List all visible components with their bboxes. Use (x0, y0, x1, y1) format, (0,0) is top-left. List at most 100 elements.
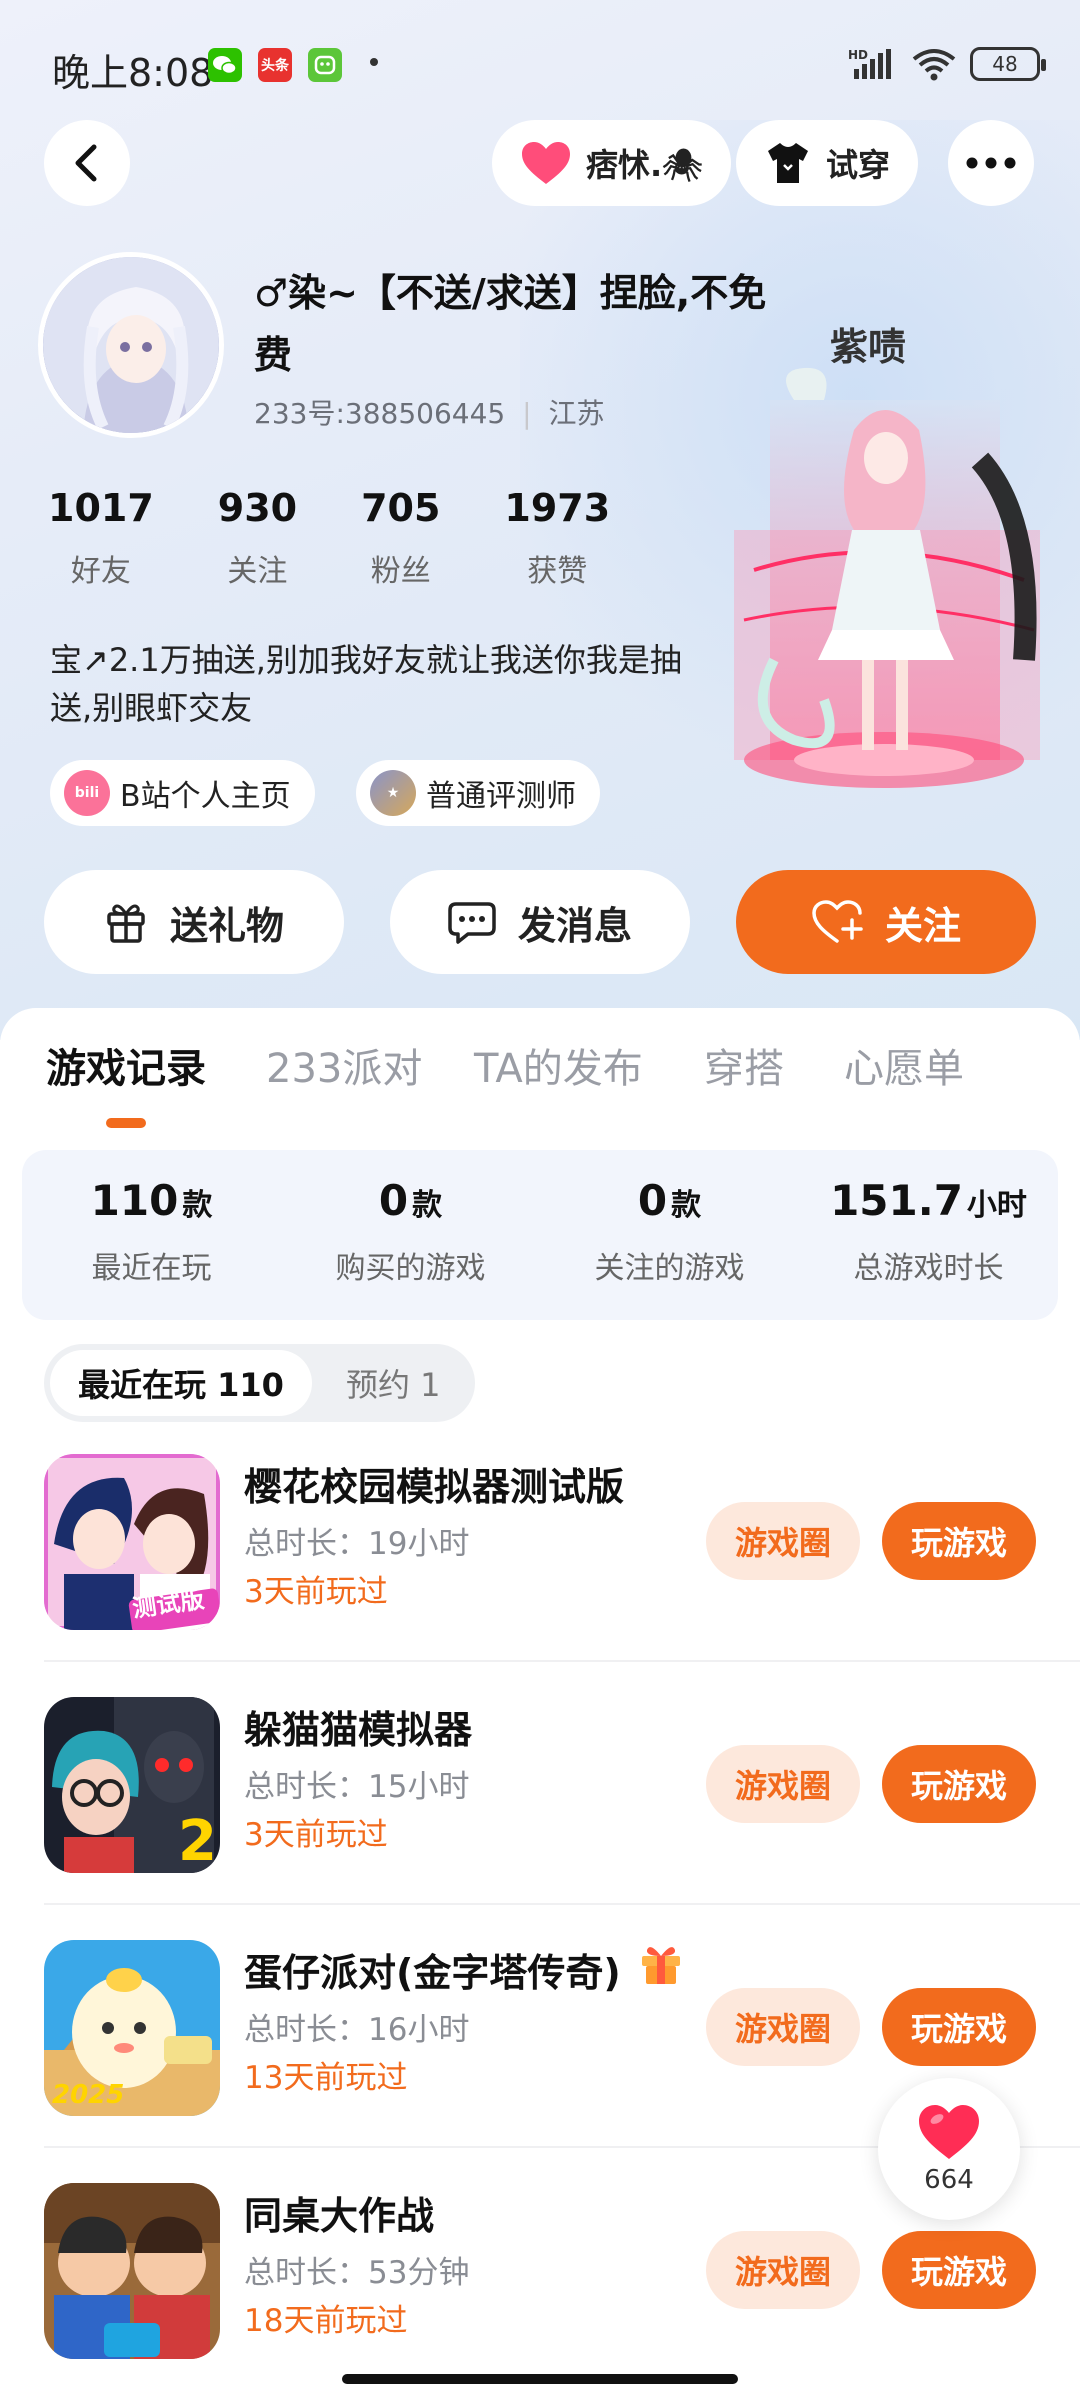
id-separator: | (522, 397, 532, 430)
game-icon-desk-battle (44, 2183, 220, 2359)
follow-button[interactable]: 关注 (736, 870, 1036, 974)
game-icon-eggy-party: 2025 (44, 1940, 220, 2116)
summary-followed[interactable]: 0款 关注的游戏 (540, 1176, 799, 1287)
floating-like-button[interactable]: 664 (878, 2078, 1020, 2220)
tab-outfits[interactable]: 穿搭 (704, 1036, 784, 1094)
list-divider (44, 1903, 1080, 1905)
game-name: 樱花校园模拟器测试版 (244, 1465, 625, 1509)
stat-friends[interactable]: 1017 好友 (48, 486, 154, 590)
tshirt-icon (768, 143, 808, 183)
summary-label: 总游戏时长 (853, 1251, 1004, 1286)
game-circle-button[interactable]: 游戏圈 (706, 1988, 860, 2066)
send-message-button[interactable]: 发消息 (390, 870, 690, 974)
play-game-button[interactable]: 玩游戏 (882, 2231, 1036, 2309)
game-circle-button[interactable]: 游戏圈 (706, 1745, 860, 1823)
chat-bubble-icon (448, 902, 496, 944)
send-gift-button[interactable]: 送礼物 (44, 870, 344, 974)
reviewer-tag[interactable]: ★ 普通评测师 (356, 760, 600, 826)
nickname: ♂染~【不送/求送】捏脸,不免费 (254, 271, 767, 377)
bilibili-icon: bili (64, 770, 110, 816)
stat-label: 获赞 (527, 554, 588, 589)
tag-label: 普通评测师 (426, 779, 576, 814)
avatar[interactable] (38, 252, 224, 438)
summary-value: 0款 (637, 1176, 702, 1225)
more-notifications-dot (370, 58, 378, 66)
try-on-button[interactable]: 试穿 (736, 120, 919, 206)
game-name: 蛋仔派对(金字塔传奇) (244, 1951, 621, 1995)
user-id-line: 233号:388506445 | 江苏 (254, 392, 604, 432)
gift-icon (107, 904, 145, 943)
toutiao-icon: 头条 (258, 48, 292, 82)
stat-label: 粉丝 (370, 554, 431, 589)
avatar-character-figure[interactable]: 紫啧 (734, 324, 1040, 800)
summary-total-time: 151.7 小时 总游戏时长 (799, 1176, 1058, 1287)
game-duration: 总时长：53分钟 (244, 2255, 470, 2291)
play-game-button[interactable]: 玩游戏 (882, 1988, 1036, 2066)
profile-bio: 宝↗2.1万抽送,别加我好友就让我送你我是抽送,别眼虾交友 (50, 641, 682, 727)
play-game-button[interactable]: 玩游戏 (882, 1745, 1036, 1823)
home-indicator[interactable] (342, 2374, 738, 2384)
game-icon-sakura-school: 测试版 (44, 1454, 220, 1630)
more-dots-icon (966, 157, 1016, 169)
game-last-played: 13天前玩过 (244, 2060, 408, 2096)
tab-posts[interactable]: TA的发布 (474, 1036, 643, 1094)
stat-likes[interactable]: 1973 获赞 (504, 486, 610, 590)
back-button[interactable] (44, 120, 130, 206)
active-tab-indicator (106, 1118, 146, 1128)
game-duration: 总时长：19小时 (244, 1526, 470, 1562)
tab-233-party[interactable]: 233派对 (266, 1036, 422, 1094)
more-options-button[interactable] (948, 120, 1034, 206)
signal-icon: HD (848, 48, 891, 79)
send-gift-label: 送礼物 (169, 903, 284, 948)
game-circle-button[interactable]: 游戏圈 (706, 2231, 860, 2309)
game-icon-hide-and-seek: 2 (44, 1697, 220, 1873)
summary-recent[interactable]: 110 款 最近在玩 (22, 1176, 281, 1287)
user-location: 江苏 (548, 397, 605, 430)
character-caption: 紫啧 (830, 324, 907, 369)
send-message-label: 发消息 (517, 903, 632, 948)
game-summary-panel: 110 款 最近在玩 0款 购买的游戏 0款 关注的游戏 151.7 小时 总游戏时… (22, 1150, 1058, 1320)
tab-wishlist[interactable]: 心愿单 (844, 1036, 964, 1094)
game-duration: 总时长：15小时 (244, 1769, 470, 1805)
battery-indicator: 48 (970, 47, 1046, 81)
summary-value: 0款 (378, 1176, 443, 1225)
game-circle-button[interactable]: 游戏圈 (706, 1502, 860, 1580)
mood-status-button[interactable]: 痞怵.🕷 (492, 120, 731, 206)
tab-game-records[interactable]: 游戏记录 (46, 1036, 206, 1094)
svg-text:HD: HD (848, 48, 868, 62)
game-list-item[interactable]: 同桌大作战 总时长：53分钟 18天前玩过 游戏圈 玩游戏 (0, 2183, 1080, 2400)
bilibili-profile-tag[interactable]: bili B站个人主页 (50, 760, 315, 826)
user-id: 233号:388506445 (254, 397, 506, 430)
game-filter-segment: 最近在玩 110 预约 1 (44, 1344, 475, 1422)
mood-status-label: 痞怵.🕷 (586, 146, 703, 184)
segment-recent-playing[interactable]: 最近在玩 110 (50, 1350, 312, 1416)
stat-value: 1973 (504, 486, 611, 530)
stat-value: 930 (217, 486, 298, 530)
stat-label: 好友 (70, 554, 131, 589)
summary-label: 关注的游戏 (594, 1251, 745, 1286)
stat-following[interactable]: 930 关注 (218, 486, 297, 590)
list-divider (44, 1660, 1080, 1662)
play-game-button[interactable]: 玩游戏 (882, 1502, 1036, 1580)
heart-icon (919, 2105, 979, 2159)
segment-reserved[interactable]: 预约 1 (318, 1350, 469, 1416)
status-right: HD 48 (848, 44, 1046, 84)
profile-tabs: 游戏记录 233派对 TA的发布 穿搭 心愿单 (0, 1036, 1080, 1116)
heart-plus-icon (812, 900, 863, 943)
summary-purchased[interactable]: 0款 购买的游戏 (281, 1176, 540, 1287)
follow-label: 关注 (884, 903, 961, 948)
summary-value: 110 款 (90, 1176, 213, 1225)
summary-label: 购买的游戏 (335, 1251, 486, 1286)
stat-value: 1017 (48, 486, 154, 530)
try-on-label: 试穿 (826, 146, 891, 184)
game-name: 躲猫猫模拟器 (244, 1708, 473, 1752)
stat-fans[interactable]: 705 粉丝 (361, 486, 440, 590)
summary-label: 最近在玩 (91, 1251, 212, 1286)
profile-stats: 1017 好友 930 关注 705 粉丝 1973 获赞 (48, 486, 674, 590)
game-icon-badge: 2 (178, 1809, 217, 1873)
stat-label: 关注 (227, 554, 288, 589)
wechat-icon (208, 48, 242, 82)
game-last-played: 3天前玩过 (244, 1574, 388, 1610)
battery-level: 48 (992, 52, 1018, 76)
summary-value: 151.7 小时 (830, 1176, 1027, 1225)
